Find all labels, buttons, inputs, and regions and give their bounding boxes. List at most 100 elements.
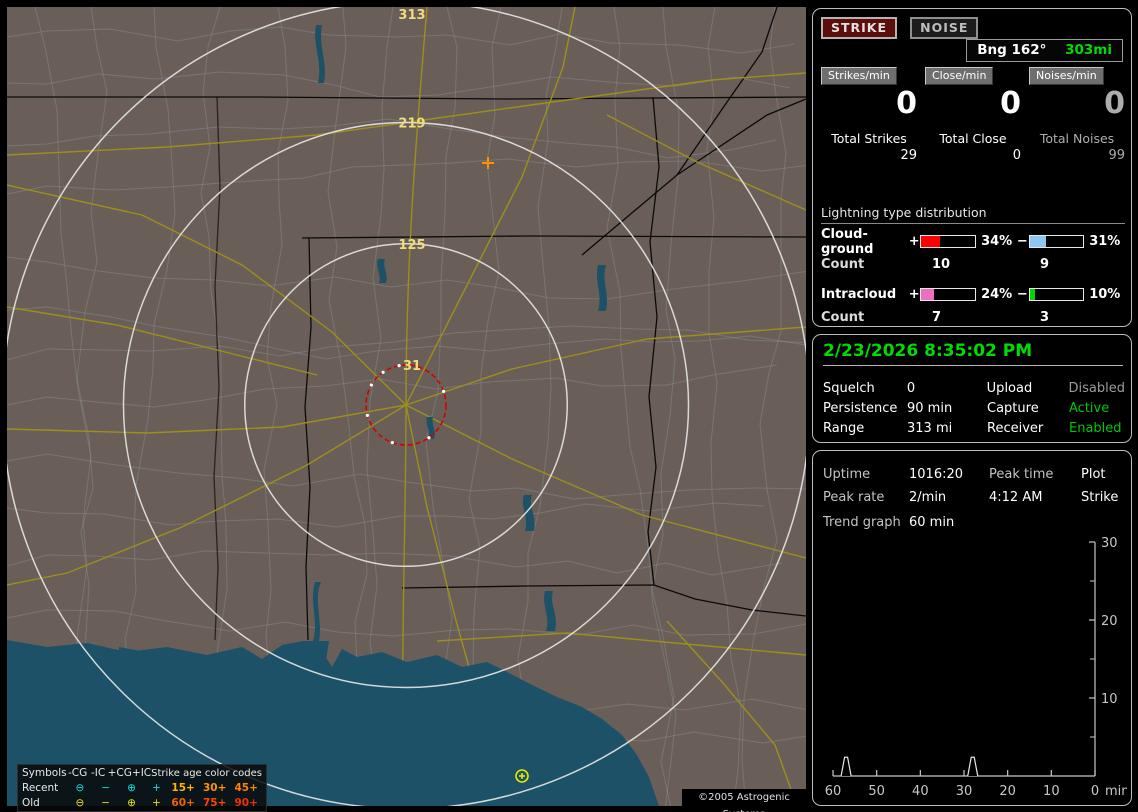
total-noises-value: 99 (1108, 148, 1125, 163)
squelch-value: 0 (906, 381, 916, 396)
upload-label: Upload (986, 381, 1033, 396)
pos-ic-recent-icon: + (151, 782, 161, 794)
ic-positive-pct: 24% (981, 287, 1013, 302)
noise-button[interactable]: NOISE (910, 17, 979, 39)
peak-rate-value: 2/min (909, 490, 947, 505)
ic-positive-bar (920, 288, 977, 301)
neg-cg-recent-icon: ⊖ (75, 782, 85, 794)
copyright-text: ©2005 Astrogenic Systems (682, 789, 806, 812)
cloud-ground-count-row: Count 10 9 (821, 257, 1125, 272)
uptime-label: Uptime (823, 467, 871, 482)
noises-rate-column: Noises/min 0 Total Noises 99 (1029, 64, 1125, 163)
svg-text:10: 10 (1101, 692, 1118, 707)
legend-age-title: Strike age color codes (151, 768, 262, 779)
map-svg: 31 125 219 313 (7, 7, 806, 806)
distribution-title: Lightning type distribution (821, 205, 1125, 224)
age-90-label: 90+ (234, 797, 258, 809)
total-close-label: Total Close (939, 131, 1007, 146)
range-label: Range (823, 421, 865, 436)
legend-neg-ic-label: -IC (91, 767, 106, 779)
cloud-ground-row: Cloud-ground + 34% − 31% (821, 227, 1125, 257)
cg-positive-count: 10 (932, 257, 951, 272)
count-label: Count (821, 257, 865, 272)
cg-negative-bar (1028, 235, 1085, 248)
pos-ic-old-icon: + (151, 797, 161, 809)
intracloud-count-row: Count 7 3 (821, 310, 1125, 325)
datetime-display: 2/23/2026 8:35:02 PM (823, 341, 1123, 366)
svg-text:min: min (1105, 784, 1127, 799)
plot-mode-value: Strike (1081, 490, 1119, 505)
capture-value: Active (1069, 401, 1110, 416)
svg-text:50: 50 (868, 784, 885, 799)
trend-panel: Uptime 1016:20 Peak time Plot Peak rate … (812, 450, 1132, 806)
svg-text:30: 30 (1101, 537, 1118, 551)
svg-text:313: 313 (398, 8, 425, 23)
peak-rate-label: Peak rate (823, 490, 885, 505)
receiver-label: Receiver (987, 421, 1044, 436)
uptime-value: 1016:20 (909, 467, 964, 482)
persistence-label: Persistence (823, 401, 898, 416)
trend-graph-setting: Trend graph 60 min (823, 515, 954, 530)
close-rate-column: Close/min 0 Total Close 0 (925, 64, 1021, 163)
legend-old-label: Old (22, 797, 40, 809)
mode-button-row: STRIKE NOISE Bng 162° 303mi (821, 17, 1123, 62)
age-30-label: 30+ (202, 782, 227, 794)
trend-graph-label: Trend graph (823, 515, 901, 530)
count-label: Count (821, 310, 865, 325)
pos-cg-old-icon: ⊕ (127, 797, 136, 809)
ic-positive-count: 7 (932, 310, 942, 325)
legend-old-row: Old ⊖ − ⊕ + 60+ 75+ 90+ (22, 796, 262, 811)
strikes-rate-column: Strikes/min 0 Total Strikes 29 (821, 64, 917, 163)
rate-columns: Strikes/min 0 Total Strikes 29 Close/min… (821, 64, 1125, 163)
trend-graph-chart: 10 20 30 60 50 40 30 20 10 0 min (825, 537, 1127, 799)
neg-cg-old-icon: ⊖ (75, 797, 85, 809)
nexstorm-window: 31 125 219 313 Symbols -CG -IC +CG +IC Stri… (0, 0, 1138, 812)
svg-text:20: 20 (1101, 614, 1118, 629)
svg-text:20: 20 (999, 784, 1016, 799)
svg-text:30: 30 (956, 784, 973, 799)
noises-per-min-value: 0 (1104, 86, 1125, 121)
upload-value: Disabled (1068, 381, 1125, 396)
total-noises-label: Total Noises (1039, 131, 1115, 146)
plus-sign: + (908, 287, 920, 302)
legend-header: Symbols -CG -IC +CG +IC Strike age color… (22, 766, 262, 781)
legend-pos-ic-label: +IC (131, 767, 152, 779)
strikes-per-min-value: 0 (896, 86, 917, 121)
legend-symbols-label: Symbols (22, 767, 67, 779)
intracloud-row: Intracloud + 24% − 10% (821, 287, 1125, 302)
peak-time-value: 4:12 AM (989, 490, 1043, 505)
age-45-label: 45+ (234, 782, 258, 794)
strikes-per-min-chip: Strikes/min (821, 67, 897, 85)
cloud-ground-label: Cloud-ground (821, 226, 874, 257)
age-75-label: 75+ (202, 797, 227, 809)
minus-sign: − (1016, 287, 1028, 302)
neg-ic-old-icon: − (101, 797, 111, 809)
total-close-value: 0 (1012, 148, 1021, 163)
strike-stats-panel: STRIKE NOISE Bng 162° 303mi Strikes/min … (812, 8, 1132, 327)
stats-row: Peak rate 2/min 4:12 AM Strike (823, 486, 1125, 509)
bearing-label: Bng 162° (977, 42, 1047, 58)
noises-per-min-chip: Noises/min (1029, 67, 1104, 85)
close-per-min-chip: Close/min (925, 67, 994, 85)
age-60-label: 60+ (171, 797, 195, 809)
svg-text:40: 40 (912, 784, 929, 799)
bearing-indicator: Bng 162° 303mi (966, 39, 1123, 62)
svg-text:219: 219 (398, 116, 425, 131)
legend-recent-row: Recent ⊖ − ⊕ + 15+ 30+ 45+ (22, 781, 262, 796)
legend-neg-cg-label: -CG (67, 767, 88, 779)
strike-button[interactable]: STRIKE (821, 17, 898, 39)
svg-text:10: 10 (1043, 784, 1060, 799)
minus-sign: − (1016, 234, 1028, 249)
plus-sign: + (908, 234, 920, 249)
uptime-stats: Uptime 1016:20 Peak time Plot Peak rate … (823, 463, 1125, 509)
neg-ic-recent-icon: − (101, 782, 111, 794)
legend-pos-cg-label: +CG (107, 767, 132, 779)
status-row: Squelch 0 Upload Disabled (823, 379, 1125, 399)
lightning-map[interactable]: 31 125 219 313 Symbols -CG -IC +CG +IC Stri… (7, 7, 806, 812)
svg-text:0: 0 (1091, 784, 1099, 799)
status-rows: Squelch 0 Upload Disabled Persistence 90… (823, 379, 1125, 439)
ic-negative-bar (1028, 288, 1085, 301)
cg-positive-bar (920, 235, 977, 248)
trend-graph-value: 60 min (909, 515, 955, 530)
bearing-distance: 303mi (1065, 42, 1112, 58)
